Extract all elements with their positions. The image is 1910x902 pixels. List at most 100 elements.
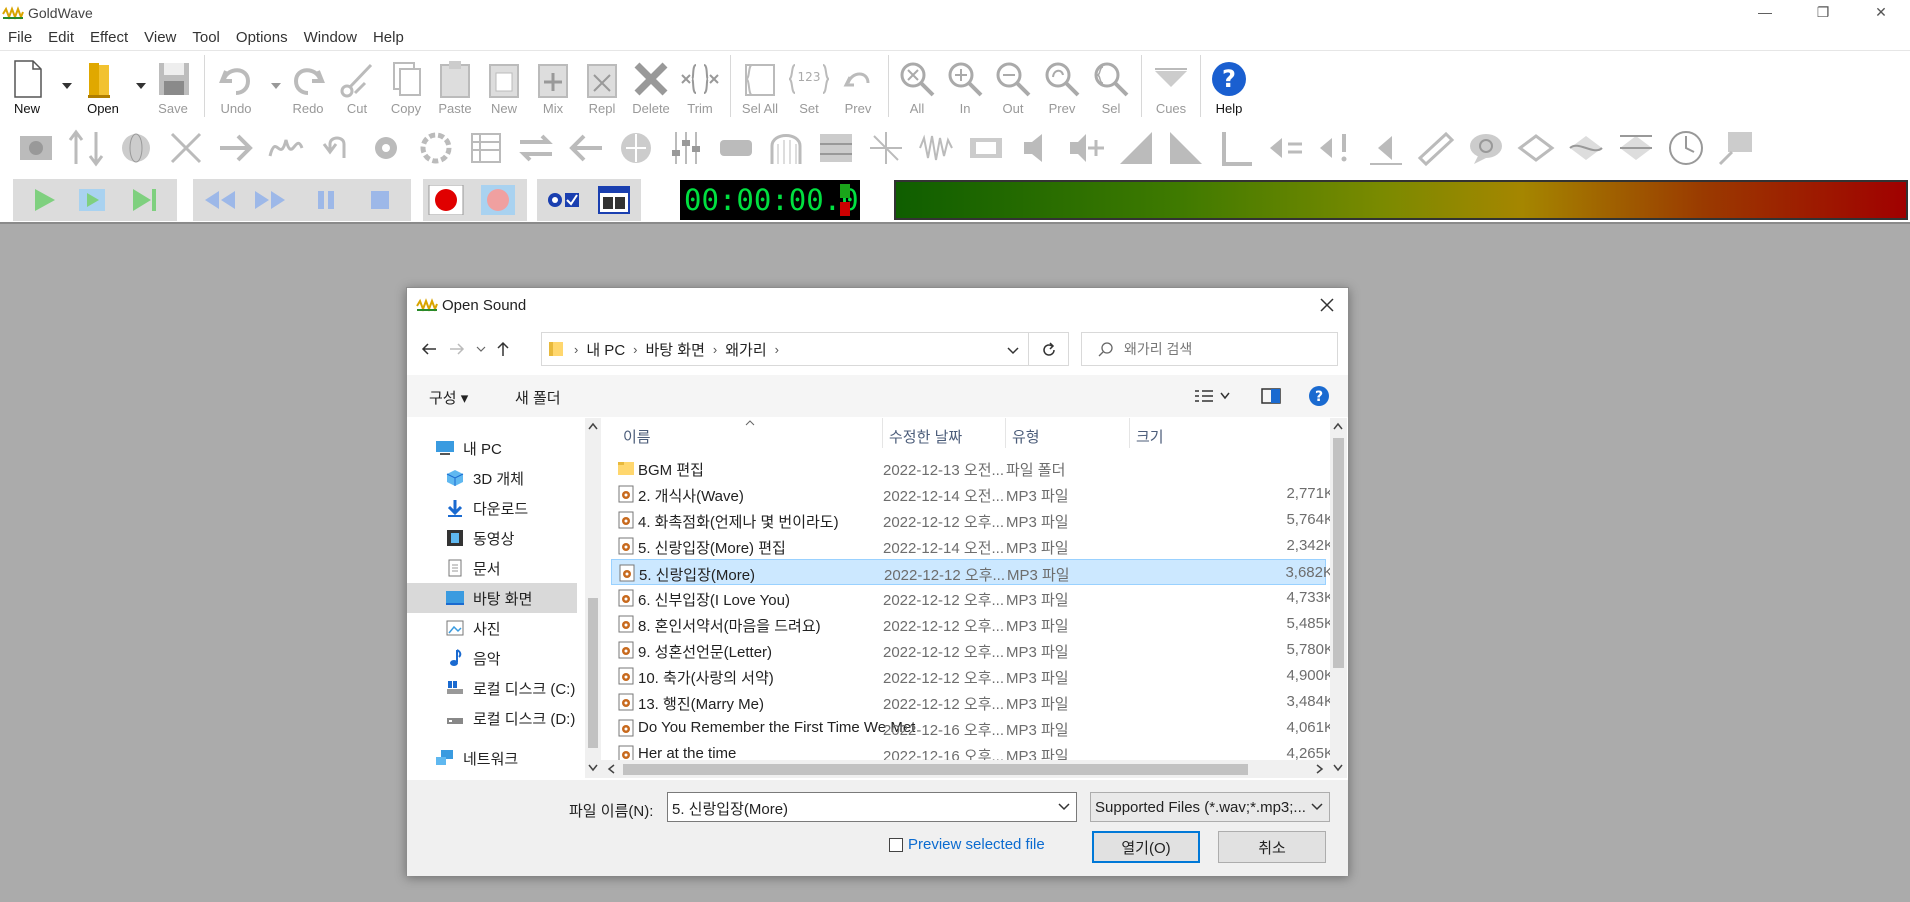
nav-item-local-disk-d[interactable]: 로컬 디스크 (D:) — [407, 703, 577, 733]
file-type-select[interactable]: Supported Files (*.wav;*.mp3;... — [1090, 792, 1330, 822]
nav-item-videos[interactable]: 동영상 — [407, 523, 577, 553]
fx-gear-icon[interactable] — [366, 128, 406, 168]
h-scroll-thumb[interactable] — [623, 764, 1248, 775]
fx-fade-in-icon[interactable] — [1116, 128, 1156, 168]
cancel-button[interactable]: 취소 — [1218, 831, 1326, 863]
back-arrow-icon[interactable] — [419, 339, 439, 359]
column-header-type[interactable]: 유형 — [1012, 426, 1040, 447]
recent-dropdown-icon[interactable] — [471, 339, 491, 359]
nav-item-desktop[interactable]: 바탕 화면 — [407, 583, 577, 613]
fx-box-icon[interactable] — [966, 128, 1006, 168]
fx-shape-icon[interactable] — [1216, 128, 1256, 168]
fx-panel-icon[interactable] — [816, 128, 856, 168]
redo-button[interactable]: Redo — [285, 57, 331, 116]
file-row[interactable]: 5. 신랑입장(More) 편집 2022-12-14 오전... MP3 파일… — [611, 533, 1330, 559]
filename-dropdown-icon[interactable] — [1058, 802, 1070, 812]
fx-sliders-icon[interactable] — [666, 128, 706, 168]
nav-item-documents[interactable]: 문서 — [407, 553, 577, 583]
fx-fade-out-icon[interactable] — [1166, 128, 1206, 168]
search-box[interactable]: 왜가리 검색 — [1081, 332, 1338, 366]
zoom-out-button[interactable]: Out — [990, 57, 1036, 116]
breadcrumb-desktop[interactable]: 바탕 화면 — [646, 339, 705, 360]
menu-help[interactable]: Help — [365, 29, 412, 46]
file-row[interactable]: 6. 신부입장(I Love You) 2022-12-12 오후... MP3… — [611, 585, 1330, 611]
menu-tool[interactable]: Tool — [184, 29, 228, 46]
breadcrumb-my-pc[interactable]: 내 PC — [586, 339, 625, 360]
control-window-icon[interactable] — [595, 185, 633, 215]
menu-file[interactable]: File — [0, 29, 40, 46]
new-dropdown-icon[interactable] — [62, 83, 72, 89]
fx-equalizer-icon[interactable] — [466, 128, 506, 168]
fx-arch-icon[interactable] — [766, 128, 806, 168]
file-row[interactable]: 4. 화촉점화(언제나 몇 번이라도) 2022-12-12 오후... MP3… — [611, 507, 1330, 533]
organize-menu[interactable]: 구성 ▾ — [429, 387, 468, 408]
preview-checkbox[interactable]: Preview selected file — [889, 836, 1045, 853]
fx-compressor-icon[interactable] — [716, 128, 756, 168]
select-all-button[interactable]: Sel All — [737, 57, 783, 116]
fx-silence-icon[interactable] — [1366, 128, 1406, 168]
stop-icon[interactable] — [361, 185, 399, 215]
address-bar[interactable]: › 내 PC › 바탕 화면 › 왜가리 › — [541, 332, 1029, 366]
monitor-checkbox-icon[interactable] — [545, 185, 583, 215]
fx-cross-icon[interactable] — [166, 128, 206, 168]
help-icon[interactable]: ? — [1308, 385, 1330, 407]
fx-clock-icon[interactable] — [1666, 128, 1706, 168]
open-dropdown-icon[interactable] — [136, 83, 146, 89]
nav-pane-scrollbar[interactable] — [585, 418, 601, 778]
restore-button[interactable]: ❐ — [1794, 0, 1852, 24]
file-row[interactable]: 9. 성혼선언문(Letter) 2022-12-12 오후... MP3 파일… — [611, 637, 1330, 663]
file-row[interactable]: BGM 편집 2022-12-13 오전... 파일 폴더 — [611, 455, 1326, 481]
file-row[interactable]: 2. 개식사(Wave) 2022-12-14 오전... MP3 파일 2,7… — [611, 481, 1330, 507]
copy-button[interactable]: Copy — [383, 57, 429, 116]
forward-arrow-icon[interactable] — [447, 339, 467, 359]
pause-icon[interactable] — [307, 185, 345, 215]
fx-noise-icon[interactable] — [916, 128, 956, 168]
new-folder-button[interactable]: 새 폴더 — [515, 387, 561, 408]
fast-forward-icon[interactable] — [251, 185, 289, 215]
menu-effect[interactable]: Effect — [82, 29, 136, 46]
fx-spark-icon[interactable] — [866, 128, 906, 168]
cut-button[interactable]: Cut — [334, 57, 380, 116]
play-icon[interactable] — [23, 185, 61, 215]
menu-options[interactable]: Options — [228, 29, 296, 46]
fx-marker-icon[interactable] — [1616, 128, 1656, 168]
fx-wave-diamond-icon[interactable] — [1566, 128, 1606, 168]
nav-item-network[interactable]: 네트워크 — [407, 743, 577, 773]
nav-item-music[interactable]: 음악 — [407, 643, 577, 673]
fx-flower-icon[interactable] — [416, 128, 456, 168]
file-row[interactable]: 13. 행진(Marry Me) 2022-12-12 오후... MP3 파일… — [611, 689, 1330, 715]
fx-arrow-right-icon[interactable] — [216, 128, 256, 168]
fx-offset-icon[interactable] — [616, 128, 656, 168]
scroll-up-icon[interactable] — [588, 422, 598, 430]
paste-button[interactable]: Paste — [432, 57, 478, 116]
up-arrow-icon[interactable] — [493, 339, 513, 359]
set-button[interactable]: 123 Set — [786, 57, 832, 116]
file-row-selected[interactable]: 5. 신랑입장(More) 2022-12-12 오후... MP3 파일 3,… — [611, 559, 1330, 585]
fx-arrow-left-icon[interactable] — [566, 128, 606, 168]
prev-selection-button[interactable]: Prev — [835, 57, 881, 116]
fx-globe-icon[interactable] — [116, 128, 156, 168]
scroll-up-icon[interactable] — [1333, 422, 1343, 430]
new-button[interactable]: New — [4, 57, 50, 116]
file-row[interactable]: 8. 혼인서약서(마음을 드려요) 2022-12-12 오후... MP3 파… — [611, 611, 1330, 637]
zoom-prev-button[interactable]: Prev — [1039, 57, 1085, 116]
nav-item-3d-objects[interactable]: 3D 개체 — [407, 463, 577, 493]
scroll-left-icon[interactable] — [607, 764, 615, 774]
play-selection-icon[interactable] — [73, 185, 111, 215]
refresh-button[interactable] — [1028, 332, 1069, 366]
fx-speaker-plus-icon[interactable] — [1066, 128, 1106, 168]
preview-checkbox-box[interactable] — [889, 837, 903, 852]
paste-new-button[interactable]: New — [481, 57, 527, 116]
play-to-end-icon[interactable] — [125, 185, 163, 215]
fx-stretch-icon[interactable] — [66, 128, 106, 168]
help-button[interactable]: ? Help — [1206, 57, 1252, 116]
file-list-horizontal-scrollbar[interactable] — [601, 760, 1330, 778]
cues-button[interactable]: Cues — [1148, 57, 1194, 116]
view-options-icon[interactable] — [1193, 388, 1233, 404]
file-type-dropdown-icon[interactable] — [1311, 802, 1323, 812]
replace-button[interactable]: Repl — [579, 57, 625, 116]
undo-button[interactable]: Undo — [213, 57, 259, 116]
file-row[interactable]: Do You Remember the First Time We Met 20… — [611, 715, 1330, 741]
menu-window[interactable]: Window — [296, 29, 365, 46]
fx-speaker-icon[interactable] — [1016, 128, 1056, 168]
